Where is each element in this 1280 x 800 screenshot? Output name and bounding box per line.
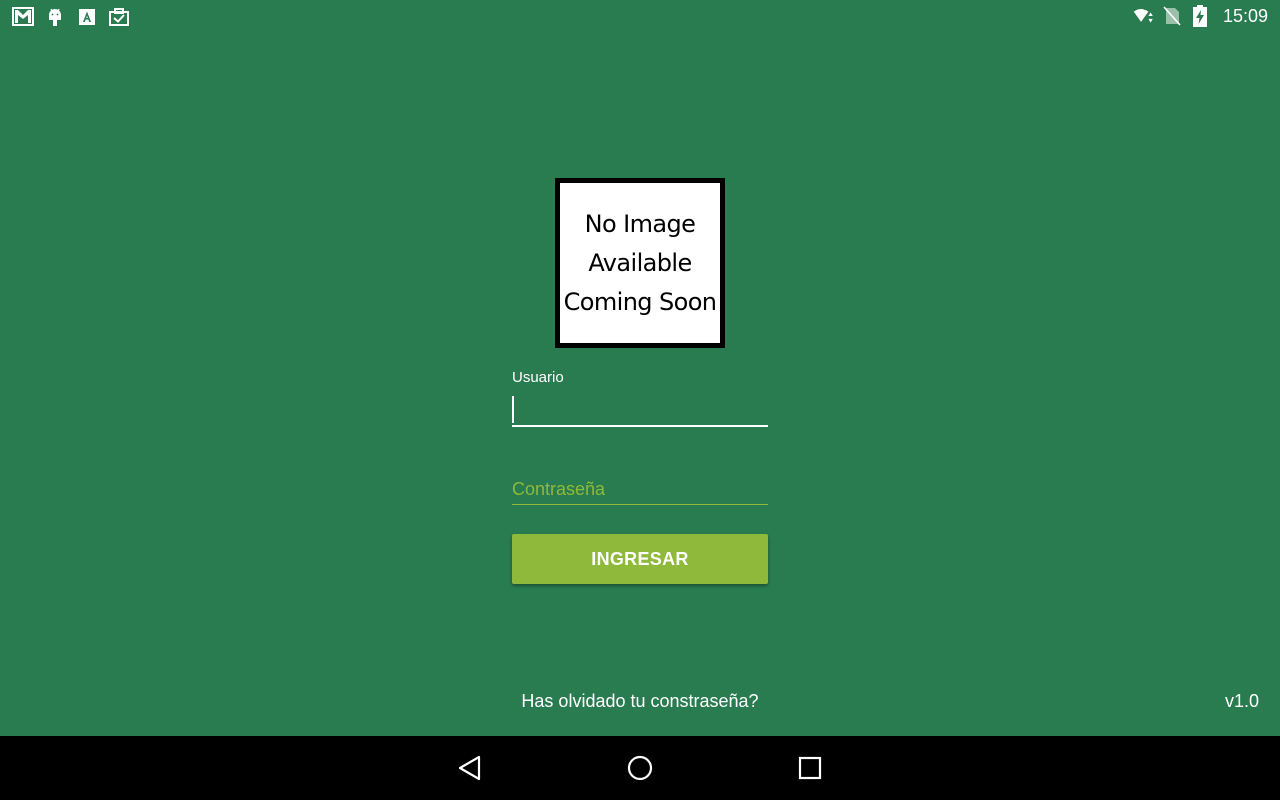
system-icons: 15:09 — [1133, 5, 1268, 27]
battery-charging-icon — [1189, 5, 1211, 27]
clock: 15:09 — [1222, 5, 1268, 26]
notification-icons — [12, 6, 130, 28]
no-sim-icon — [1161, 5, 1183, 27]
android-icon — [44, 6, 66, 28]
status-bar: 15:09 — [0, 0, 1280, 34]
logo-text-line: No Image — [584, 209, 696, 238]
recents-icon[interactable] — [794, 752, 826, 784]
back-icon[interactable] — [454, 752, 486, 784]
version-label: v1.0 — [1224, 691, 1259, 711]
navigation-bar — [0, 736, 1280, 800]
forgot-password-container: Has olvidado tu constraseña? — [0, 691, 1280, 712]
logo-text-line: Available — [588, 248, 692, 277]
login-screen: 15:09 No Image Available Coming Soon Usu… — [0, 0, 1280, 800]
wifi-icon — [1133, 5, 1155, 27]
task-icon — [108, 6, 130, 28]
username-label: Usuario — [512, 369, 564, 386]
gmail-icon — [12, 6, 34, 28]
logo-placeholder-image: No Image Available Coming Soon — [555, 178, 725, 348]
home-icon[interactable] — [624, 752, 656, 784]
password-input[interactable] — [512, 474, 768, 505]
keyboard-a-icon — [76, 6, 98, 28]
logo-text-line: Coming Soon — [563, 287, 717, 316]
text-cursor — [512, 396, 514, 423]
login-button[interactable]: INGRESAR — [512, 534, 768, 584]
username-input[interactable] — [512, 394, 768, 427]
forgot-password-link[interactable]: Has olvidado tu constraseña? — [521, 691, 758, 711]
